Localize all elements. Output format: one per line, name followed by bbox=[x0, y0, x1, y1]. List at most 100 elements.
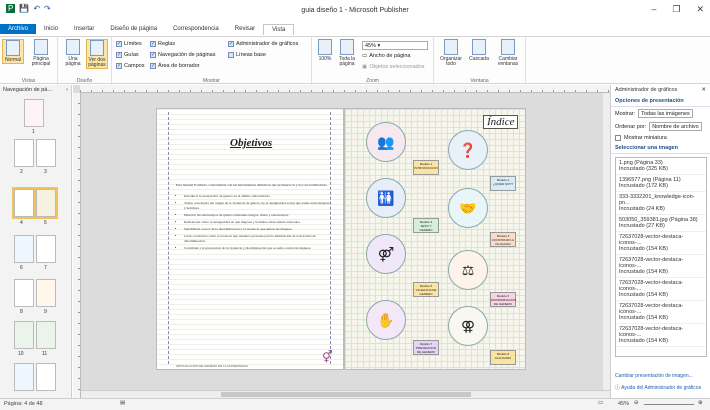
zoom-in-icon[interactable]: ⊕ bbox=[698, 400, 703, 406]
couple-circle-image[interactable]: 🚻 bbox=[366, 178, 406, 218]
page-thumb-11[interactable] bbox=[36, 321, 56, 349]
image-list-item[interactable]: 72637028-vector-destaca-iconos-... Incrus… bbox=[616, 324, 706, 347]
close-button[interactable]: ✕ bbox=[696, 4, 704, 15]
page-thumb-9[interactable] bbox=[36, 279, 56, 307]
module-label-3[interactable]: Modulo 3 SEXO Y GENERO bbox=[413, 218, 439, 233]
module-label-1[interactable]: Modulo 1 INTRODUCCION bbox=[413, 160, 439, 175]
indice-heading[interactable]: Índice bbox=[483, 115, 519, 129]
page-thumb-10[interactable] bbox=[14, 321, 34, 349]
page-thumb-4[interactable] bbox=[12, 187, 36, 219]
image-list[interactable]: 1.png (Página 33) Incrustado (325 KB) 139… bbox=[615, 157, 707, 357]
campos-checkbox[interactable]: ✓ Campos bbox=[116, 63, 144, 69]
tab-vista[interactable]: Vista bbox=[263, 23, 295, 35]
handshake-icon: 🤝 bbox=[459, 199, 477, 216]
tab-insertar[interactable]: Insertar bbox=[66, 24, 102, 34]
selected-objects-button[interactable]: ▣ Objetos seleccionados bbox=[362, 64, 425, 70]
image-list-item[interactable]: 1.png (Página 33) Incrustado (325 KB) bbox=[616, 158, 706, 175]
area-borrador-checkbox[interactable]: ✓ Área de borrador bbox=[150, 63, 200, 69]
page-thumb-13[interactable] bbox=[36, 363, 56, 391]
master-page-button[interactable]: Página principal bbox=[30, 39, 52, 67]
tab-diseno-pagina[interactable]: Diseño de página bbox=[102, 24, 165, 34]
normal-view-button[interactable]: Normal bbox=[2, 39, 24, 64]
navegacion-checkbox[interactable]: ✓ Navegación de páginas bbox=[150, 52, 216, 58]
zoom-dropdown[interactable]: 45% ▾ bbox=[362, 41, 428, 50]
page-thumb-8[interactable] bbox=[14, 279, 34, 307]
pane-close-icon[interactable]: ✕ bbox=[701, 87, 706, 94]
page-thumb-12[interactable] bbox=[14, 363, 34, 391]
gender-symbol-icon[interactable]: ⚥ bbox=[322, 350, 333, 364]
page-thumb-3[interactable] bbox=[36, 139, 56, 167]
restore-button[interactable]: ❐ bbox=[672, 4, 680, 15]
limites-label: Límites bbox=[124, 41, 142, 47]
graphics-help-link[interactable]: ⓘ Ayuda del Administrador de gráficos bbox=[615, 384, 701, 391]
collapse-icon[interactable]: ‹ bbox=[66, 87, 68, 93]
gender-symbols-circle-image[interactable]: ⚢ bbox=[448, 306, 488, 346]
page-indicator[interactable]: Página: 4 de 48 bbox=[4, 401, 43, 407]
zoom-100-button[interactable]: 100% bbox=[314, 39, 336, 62]
zoom-slider[interactable] bbox=[644, 404, 694, 405]
horizontal-ruler[interactable] bbox=[80, 85, 610, 93]
change-picture-display-link[interactable]: Cambiar presentación de imagen... bbox=[615, 373, 693, 379]
page-thumb-5[interactable] bbox=[34, 187, 58, 219]
guias-checkbox[interactable]: ✓ Guías bbox=[116, 52, 139, 58]
module-label-8[interactable]: Modulo 8 CLAUSURA bbox=[490, 350, 516, 365]
page-thumb-7[interactable] bbox=[36, 235, 56, 263]
image-list-item[interactable]: 72637028-vector-destaca-iconos-... Incrus… bbox=[616, 232, 706, 255]
tab-correspondencia[interactable]: Correspondencia bbox=[165, 24, 227, 34]
module-label-6[interactable]: Modulo 6 DISCRIMINACION DE GENERO bbox=[490, 292, 516, 307]
tab-revisar[interactable]: Revisar bbox=[227, 24, 263, 34]
question-circle-image[interactable]: ❓ bbox=[448, 130, 488, 170]
module-label-5[interactable]: Modulo 5 VIOLENCIA DE GENERO bbox=[413, 282, 439, 297]
switch-windows-button[interactable]: Cambiar ventanas bbox=[494, 39, 522, 67]
image-list-item[interactable]: 503050_359381.jpg (Página 38) Incrustado … bbox=[616, 215, 706, 232]
arrange-all-button[interactable]: Organizar todo bbox=[438, 39, 464, 67]
two-page-spread-button[interactable]: Ver dos páginas bbox=[86, 39, 108, 69]
cascade-button[interactable]: Cascada bbox=[466, 39, 492, 62]
image-list-item[interactable]: 333-3332201_knowledge-icon-pn... Incrusta… bbox=[616, 192, 706, 215]
silhouettes-circle-image[interactable]: ⚤ bbox=[366, 234, 406, 274]
lineas-base-checkbox[interactable]: Líneas base bbox=[228, 52, 266, 58]
vertical-ruler[interactable] bbox=[73, 93, 81, 398]
minimize-button[interactable]: – bbox=[651, 4, 656, 15]
page-width-button[interactable]: ▭ Ancho de página bbox=[362, 53, 411, 59]
show-thumbnail-label: Mostrar miniatura bbox=[624, 135, 667, 141]
image-name: 72637028-vector-destaca-iconos-... bbox=[619, 303, 684, 315]
single-page-button[interactable]: Una página bbox=[62, 39, 84, 67]
layout-icon[interactable]: ▤ bbox=[120, 400, 125, 406]
page-thumb-6[interactable] bbox=[14, 235, 34, 263]
vertical-scrollbar[interactable] bbox=[603, 93, 610, 390]
scroll-thumb[interactable] bbox=[221, 392, 471, 397]
sort-dropdown[interactable]: Nombre de archivo bbox=[649, 122, 702, 131]
show-thumbnail-checkbox[interactable]: Mostrar miniatura bbox=[611, 133, 710, 143]
selected-objects-icon: ▣ bbox=[362, 64, 368, 70]
admin-graficos-checkbox[interactable]: ✓ Administrador de gráficos bbox=[228, 41, 298, 47]
image-name: 72637028-vector-destaca-iconos-... bbox=[619, 257, 684, 269]
image-list-item[interactable]: 1396577.png (Página 11) Incrustado (172 K… bbox=[616, 175, 706, 192]
limites-checkbox[interactable]: ✓ Límites bbox=[116, 41, 142, 47]
image-list-item[interactable]: 72637028-vector-destaca-iconos-... Incrus… bbox=[616, 255, 706, 278]
hand-circle-image[interactable]: ✋ bbox=[366, 300, 406, 340]
reglas-checkbox[interactable]: ✓ Reglas bbox=[150, 41, 175, 47]
view-normal-icon[interactable]: ▭ bbox=[598, 400, 603, 406]
module-label-2[interactable]: Modulo 2 ¿QUIEN SOY? bbox=[490, 176, 516, 191]
whole-page-button[interactable]: Toda la página bbox=[336, 39, 358, 67]
page-thumb-1[interactable] bbox=[24, 99, 44, 127]
horizontal-scrollbar[interactable] bbox=[81, 390, 610, 398]
tab-inicio[interactable]: Inicio bbox=[36, 24, 66, 34]
zoom-out-icon[interactable]: ⊖ bbox=[634, 400, 639, 406]
balance-circle-image[interactable]: ⚖ bbox=[448, 250, 488, 290]
people-circle-image[interactable]: 👥 bbox=[366, 122, 406, 162]
image-list-item[interactable]: 72637028-vector-destaca-iconos-... Incrus… bbox=[616, 278, 706, 301]
handshake-circle-image[interactable]: 🤝 bbox=[448, 188, 488, 228]
tab-archivo[interactable]: Archivo bbox=[0, 24, 37, 34]
nav-pane-title: Navegación de pá... bbox=[3, 87, 52, 93]
image-list-item[interactable]: 72637028-vector-destaca-iconos-... Incrus… bbox=[616, 301, 706, 324]
doc-body-textbox[interactable]: Esta manual Formado, concerniente con la… bbox=[176, 183, 330, 253]
module-label-7[interactable]: Modulo 7 PREVENCION DE GENERO bbox=[413, 340, 439, 355]
page-num-1: 1 bbox=[32, 129, 35, 135]
page-thumb-2[interactable] bbox=[14, 139, 34, 167]
page-width-icon: ▭ bbox=[362, 53, 368, 59]
doc-title[interactable]: Objetivos bbox=[230, 137, 272, 149]
module-label-4[interactable]: Modulo 4 CONSTRUIR LA IGUALDAD bbox=[490, 232, 516, 247]
show-dropdown[interactable]: Todas las imágenes bbox=[638, 109, 693, 118]
